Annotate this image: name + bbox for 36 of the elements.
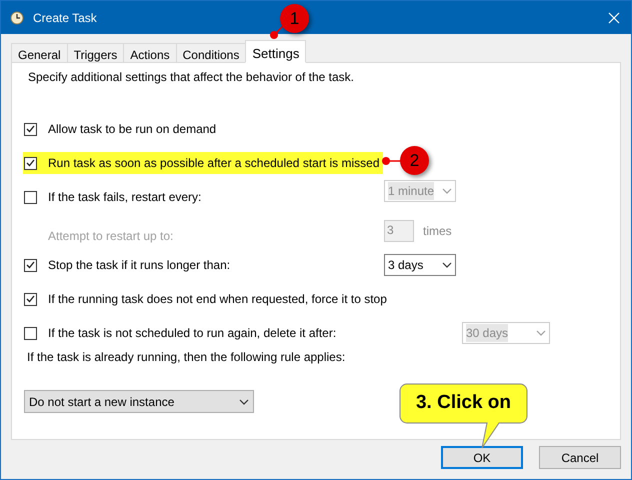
window-title: Create Task: [33, 10, 97, 26]
checkbox[interactable]: [24, 156, 37, 170]
option-label: Attempt to restart up to:: [48, 228, 174, 245]
checkbox[interactable]: [24, 190, 37, 204]
option-label: Run task as soon as possible after a scheduled start is missed: [48, 155, 380, 172]
checkbox[interactable]: [24, 122, 37, 136]
chevron-down-icon: [239, 398, 249, 404]
checkbox[interactable]: [24, 326, 37, 340]
instance-rule-dropdown[interactable]: Do not start a new instance: [24, 390, 254, 413]
tab[interactable]: Settings: [245, 40, 306, 63]
description: Specify additional settings that affect the behavior of the task.: [28, 69, 355, 84]
checkmark-icon: [26, 295, 35, 303]
option-label: Stop the task if it runs longer than:: [48, 257, 230, 274]
dialog-button[interactable]: OK: [441, 446, 523, 469]
checkbox[interactable]: [24, 292, 37, 306]
chevron-down-icon: [536, 330, 546, 336]
option-label: If the running task does not end when requested, force it to stop: [48, 291, 387, 308]
checkmark-icon: [26, 261, 35, 269]
close-icon[interactable]: [608, 12, 620, 24]
rule-label: If the task is already running, then the following rule applies:: [27, 349, 346, 366]
unit-label: times: [423, 223, 452, 240]
tab[interactable]: Triggers: [66, 43, 124, 63]
chevron-down-icon: [442, 188, 452, 194]
checkbox[interactable]: [24, 258, 37, 272]
clock-icon: [10, 10, 24, 24]
pointer-line: [382, 157, 401, 165]
option-label: If the task is not scheduled to run again, delete it after:: [48, 325, 336, 342]
option-label: If the task fails, restart every:: [48, 189, 202, 206]
option-label: Allow task to be run on demand: [48, 121, 216, 138]
dialog-button[interactable]: Cancel: [539, 446, 621, 469]
dropdown[interactable]: 3 days: [384, 254, 456, 276]
tab[interactable]: General: [11, 43, 68, 63]
checkmark-icon: [26, 159, 35, 167]
chevron-down-icon: [442, 262, 452, 268]
checkmark-icon: [26, 125, 35, 133]
callout-note: 3. Click on: [399, 383, 528, 449]
